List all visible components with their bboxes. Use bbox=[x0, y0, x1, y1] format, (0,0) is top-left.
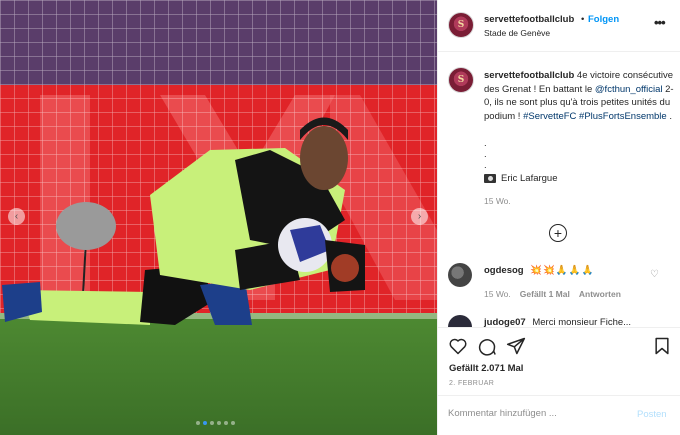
caption-text: servettefootballclub 4e victoire consécu… bbox=[484, 69, 674, 123]
caption-username[interactable]: servettefootballclub bbox=[484, 70, 574, 81]
comment-username[interactable]: ogdesog bbox=[484, 265, 524, 276]
mention-link[interactable]: @fcthun_official bbox=[595, 84, 663, 95]
photo-credit: Eric Lafargue bbox=[484, 173, 558, 184]
comment-timestamp[interactable]: 15 Wo. bbox=[484, 289, 511, 299]
post-sidebar: S servettefootballclub • Folgen Stade de… bbox=[437, 0, 680, 435]
add-comment-form: Posten bbox=[438, 395, 680, 435]
caption-dot-lines: . . . bbox=[484, 138, 487, 171]
carousel-dot bbox=[196, 421, 200, 425]
hashtag-link[interactable]: #PlusFortsEnsemble bbox=[579, 111, 667, 122]
previous-slide-button[interactable]: ‹ bbox=[8, 208, 25, 225]
load-more-comments-button[interactable]: + bbox=[549, 224, 567, 242]
save-button[interactable] bbox=[652, 336, 672, 356]
avatar[interactable] bbox=[448, 315, 472, 327]
share-button[interactable] bbox=[506, 336, 526, 356]
next-slide-button[interactable]: › bbox=[411, 208, 428, 225]
post-media[interactable]: ‹ › bbox=[0, 0, 437, 435]
post-date[interactable]: 2. FEBRUAR bbox=[449, 380, 494, 387]
like-button[interactable] bbox=[448, 336, 468, 356]
avatar[interactable]: S bbox=[448, 12, 474, 38]
chevron-right-icon: › bbox=[417, 210, 422, 222]
header-username[interactable]: servettefootballclub bbox=[484, 14, 574, 25]
comments-section[interactable]: S servettefootballclub 4e victoire consé… bbox=[438, 53, 680, 327]
comment-input[interactable] bbox=[448, 408, 628, 419]
more-options-icon[interactable]: ••• bbox=[654, 15, 666, 30]
comment: ogdesog 💥💥🙏🙏🙏 bbox=[484, 265, 594, 276]
goalkeeper-photo bbox=[0, 0, 437, 435]
post-comment-button[interactable]: Posten bbox=[637, 409, 667, 420]
comment-button[interactable] bbox=[477, 336, 497, 356]
carousel-dot bbox=[203, 421, 207, 425]
plus-circle-icon: + bbox=[553, 225, 563, 241]
bookmark-icon bbox=[655, 337, 669, 355]
comment-text: 💥💥🙏🙏🙏 bbox=[530, 265, 595, 276]
chevron-left-icon: ‹ bbox=[14, 210, 19, 222]
carousel-dot bbox=[217, 421, 221, 425]
header-separator: • bbox=[581, 14, 585, 25]
carousel-indicator bbox=[196, 421, 235, 425]
comment: judoge07 Merci monsieur Fiche... bbox=[484, 317, 631, 327]
dot-line: . bbox=[484, 149, 487, 160]
avatar[interactable] bbox=[448, 263, 472, 287]
instagram-post: ‹ › S servettefootballclub • Folgen Stad… bbox=[0, 0, 680, 435]
heart-icon[interactable]: ♡ bbox=[650, 269, 659, 280]
caption-end: . bbox=[669, 110, 672, 122]
avatar-initial: S bbox=[457, 75, 465, 85]
comment-username[interactable]: judoge07 bbox=[484, 317, 526, 327]
caption-timestamp[interactable]: 15 Wo. bbox=[484, 196, 511, 206]
post-actions: Gefällt 2.071 Mal 2. FEBRUAR bbox=[438, 327, 680, 393]
caption-avatar[interactable]: S bbox=[448, 67, 474, 93]
carousel-dot bbox=[210, 421, 214, 425]
post-header: S servettefootballclub • Folgen Stade de… bbox=[438, 0, 680, 52]
likes-count[interactable]: Gefällt 2.071 Mal bbox=[449, 363, 523, 374]
comment-likes[interactable]: Gefällt 1 Mal bbox=[520, 289, 570, 299]
heart-icon bbox=[449, 338, 467, 355]
camera-icon bbox=[484, 174, 496, 183]
follow-button[interactable]: Folgen bbox=[588, 14, 619, 25]
comment-text: Merci monsieur Fiche... bbox=[532, 317, 632, 327]
reply-button[interactable]: Antworten bbox=[579, 289, 621, 299]
dot-line: . bbox=[484, 138, 487, 149]
comment-icon bbox=[478, 339, 496, 356]
carousel-dot bbox=[224, 421, 228, 425]
comment-meta: 15 Wo. Gefällt 1 Mal Antworten bbox=[484, 289, 621, 299]
location-link[interactable]: Stade de Genève bbox=[484, 28, 550, 38]
avatar-initial: S bbox=[457, 20, 465, 30]
hashtag-link[interactable]: #ServetteFC bbox=[523, 111, 576, 122]
share-icon bbox=[506, 337, 526, 355]
carousel-dot bbox=[231, 421, 235, 425]
photo-credit-name: Eric Lafargue bbox=[501, 173, 558, 184]
dot-line: . bbox=[484, 160, 487, 171]
